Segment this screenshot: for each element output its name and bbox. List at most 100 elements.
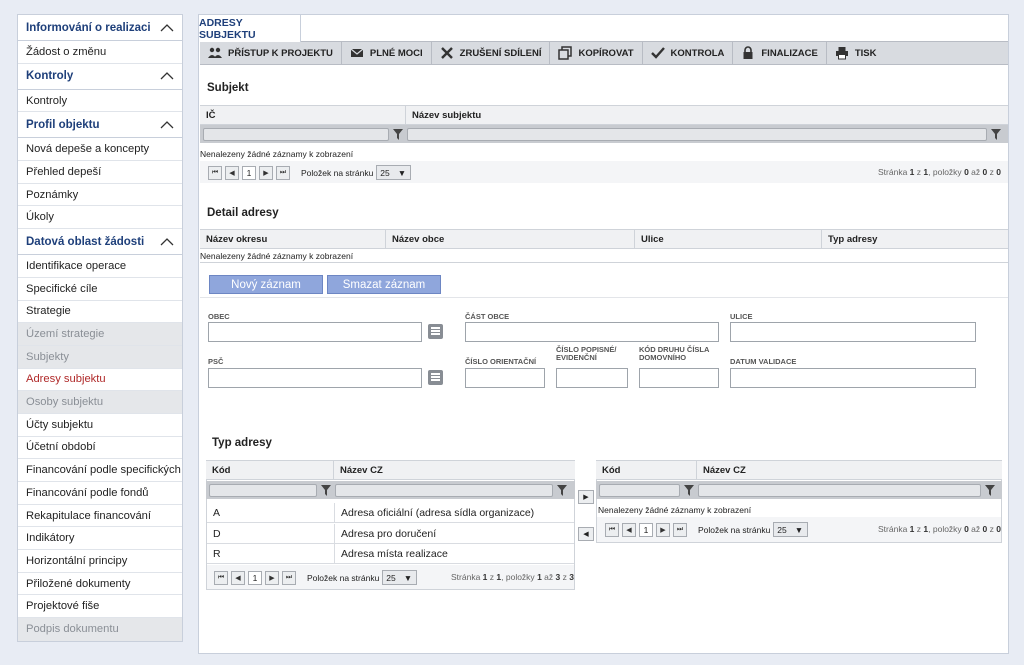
tisk-button[interactable]: TISK (827, 42, 885, 64)
ulice-input[interactable] (730, 322, 976, 342)
filter-nazev-cz-input[interactable] (335, 483, 553, 497)
sidebar-item-prilozene-dokumenty[interactable]: Přiložené dokumenty (18, 573, 182, 596)
prev-page-icon[interactable]: ◀ (622, 522, 636, 537)
first-page-icon[interactable]: ⏮ (214, 570, 228, 585)
sidebar-item-projektove-fise[interactable]: Projektové fiše (18, 595, 182, 619)
sidebar-item-poznamky[interactable]: Poznámky (18, 184, 182, 207)
subjekt-pager-info: Stránka 1 z 1, položky 0 až 0 z 0 (878, 167, 1001, 177)
kopirovat-button[interactable]: KOPÍROVAT (550, 42, 643, 64)
sidebar-item-indikatory[interactable]: Indikátory (18, 527, 182, 551)
filter-funnel-icon[interactable] (557, 484, 567, 496)
filter-kod-input[interactable] (599, 483, 680, 497)
column-header-kod[interactable]: Kód (206, 461, 334, 479)
column-header-kod[interactable]: Kód (596, 461, 697, 479)
next-page-icon[interactable]: ▶ (656, 522, 670, 537)
ulice-label: ULICE (730, 312, 753, 321)
psc-input[interactable] (208, 368, 422, 388)
page-number-input[interactable]: 1 (639, 522, 653, 537)
table-row[interactable]: A Adresa oficiální (adresa sídla organiz… (207, 503, 574, 523)
plne-moci-button[interactable]: PLNÉ MOCI (342, 42, 432, 64)
sidebar-item-ucty-subjektu[interactable]: Účty subjektu (18, 414, 182, 437)
sidebar-item-zadost-o-zmenu[interactable]: Žádost o změnu (18, 41, 182, 64)
chevron-up-icon[interactable] (160, 237, 174, 246)
list-picker-icon[interactable] (428, 370, 443, 385)
per-page-select[interactable]: 25 ▼ (382, 570, 418, 585)
per-page-select[interactable]: 25 ▼ (773, 522, 809, 537)
per-page-label: Položek na stránku (307, 572, 380, 583)
cast-obce-input[interactable] (465, 322, 719, 342)
last-page-icon[interactable]: ⏭ (673, 522, 687, 537)
filter-kod-input[interactable] (209, 483, 317, 497)
filter-ic-input[interactable] (203, 127, 389, 141)
filter-funnel-icon[interactable] (985, 484, 995, 496)
per-page-select[interactable]: 25 ▼ (376, 165, 412, 180)
sidebar-item-nova-depese[interactable]: Nová depeše a koncepty (18, 138, 182, 162)
sidebar-item-specificke-cile[interactable]: Specifické cíle (18, 278, 182, 301)
right-pager-info: Stránka 1 z 1, položky 0 až 0 z 0 (878, 524, 1001, 534)
kod-druhu-input[interactable] (639, 368, 719, 388)
sidebar-item-horizontalni[interactable]: Horizontální principy (18, 550, 182, 573)
column-header-ic[interactable]: IČ (200, 106, 406, 124)
novy-zaznam-button[interactable]: Nový záznam (209, 275, 323, 294)
sidebar-item-adresy-subjektu[interactable]: Adresy subjektu (18, 369, 182, 392)
prev-page-icon[interactable]: ◀ (231, 570, 245, 585)
list-picker-icon[interactable] (428, 324, 443, 339)
sidebar-group-profil[interactable]: Profil objektu (18, 112, 182, 139)
sidebar-item-ucetni-obdobi[interactable]: Účetní období (18, 437, 182, 460)
column-header-typ-adresy[interactable]: Typ adresy (822, 230, 1008, 248)
sidebar-item-financovani-fondu[interactable]: Financování podle fondů (18, 482, 182, 505)
chevron-up-icon[interactable] (160, 72, 174, 80)
sidebar-nav: Informování o realizaci Žádost o změnu K… (17, 14, 183, 642)
cross-icon (440, 47, 453, 59)
first-page-icon[interactable]: ⏮ (605, 522, 619, 537)
column-header-nazev-subjektu[interactable]: Název subjektu (406, 106, 1008, 124)
filter-nazev-input[interactable] (407, 127, 987, 141)
sidebar-group-datova-oblast[interactable]: Datová oblast žádosti (18, 229, 182, 256)
cislo-orientacni-input[interactable] (465, 368, 545, 388)
column-header-nazev-cz[interactable]: Název CZ (334, 461, 575, 479)
page-number-input[interactable]: 1 (242, 165, 256, 180)
table-row[interactable]: D Adresa pro doručení (207, 524, 574, 544)
chevron-up-icon[interactable] (160, 23, 174, 32)
page-number-input[interactable]: 1 (248, 570, 262, 585)
prev-page-icon[interactable]: ◀ (225, 165, 239, 180)
filter-nazev-cz-input[interactable] (698, 483, 981, 497)
move-right-arrow-icon[interactable]: ▶ (578, 490, 594, 504)
pristup-k-projektu-button[interactable]: PŘÍSTUP K PROJEKTU (200, 42, 342, 64)
table-row[interactable]: R Adresa místa realizace (207, 544, 574, 564)
sidebar-item-strategie[interactable]: Strategie (18, 301, 182, 324)
column-header-ulice[interactable]: Ulice (635, 230, 822, 248)
sidebar-item-financovani-cilu[interactable]: Financování podle specifických cílů (18, 459, 182, 482)
sidebar-group-informovani[interactable]: Informování o realizaci (18, 15, 182, 41)
sidebar-item-prehled-depesi[interactable]: Přehled depeší (18, 161, 182, 184)
next-page-icon[interactable]: ▶ (265, 570, 279, 585)
cislo-popisne-input[interactable] (556, 368, 628, 388)
column-header-nazev-cz[interactable]: Název CZ (697, 461, 1002, 479)
finalizace-button[interactable]: FINALIZACE (733, 42, 827, 64)
chevron-up-icon[interactable] (160, 120, 174, 129)
obec-input[interactable] (208, 322, 422, 342)
column-header-nazev-obce[interactable]: Název obce (386, 230, 635, 248)
sidebar-item-kontroly[interactable]: Kontroly (18, 90, 182, 113)
datum-validace-input[interactable] (730, 368, 976, 388)
last-page-icon[interactable]: ⏭ (276, 165, 290, 180)
kontrola-button[interactable]: KONTROLA (643, 42, 734, 64)
first-page-icon[interactable]: ⏮ (208, 165, 222, 180)
sidebar-group-kontroly[interactable]: Kontroly (18, 63, 182, 90)
move-left-arrow-icon[interactable]: ◀ (578, 527, 594, 541)
tab-adresy-subjektu[interactable]: ADRESY SUBJEKTU (198, 14, 301, 42)
toolbar-button-label: ZRUŠENÍ SDÍLENÍ (459, 47, 542, 59)
filter-funnel-icon[interactable] (393, 128, 403, 140)
filter-funnel-icon[interactable] (991, 128, 1001, 140)
sidebar-item-identifikace[interactable]: Identifikace operace (18, 255, 182, 278)
printer-icon (835, 47, 848, 60)
column-header-nazev-okresu[interactable]: Název okresu (200, 230, 386, 248)
zruseni-sdileni-button[interactable]: ZRUŠENÍ SDÍLENÍ (432, 42, 551, 64)
filter-funnel-icon[interactable] (321, 484, 331, 496)
smazat-zaznam-button[interactable]: Smazat záznam (327, 275, 441, 294)
last-page-icon[interactable]: ⏭ (282, 570, 296, 585)
filter-funnel-icon[interactable] (684, 484, 694, 496)
sidebar-item-rekapitulace[interactable]: Rekapitulace financování (18, 505, 182, 528)
next-page-icon[interactable]: ▶ (259, 165, 273, 180)
sidebar-item-ukoly[interactable]: Úkoly (18, 206, 182, 230)
